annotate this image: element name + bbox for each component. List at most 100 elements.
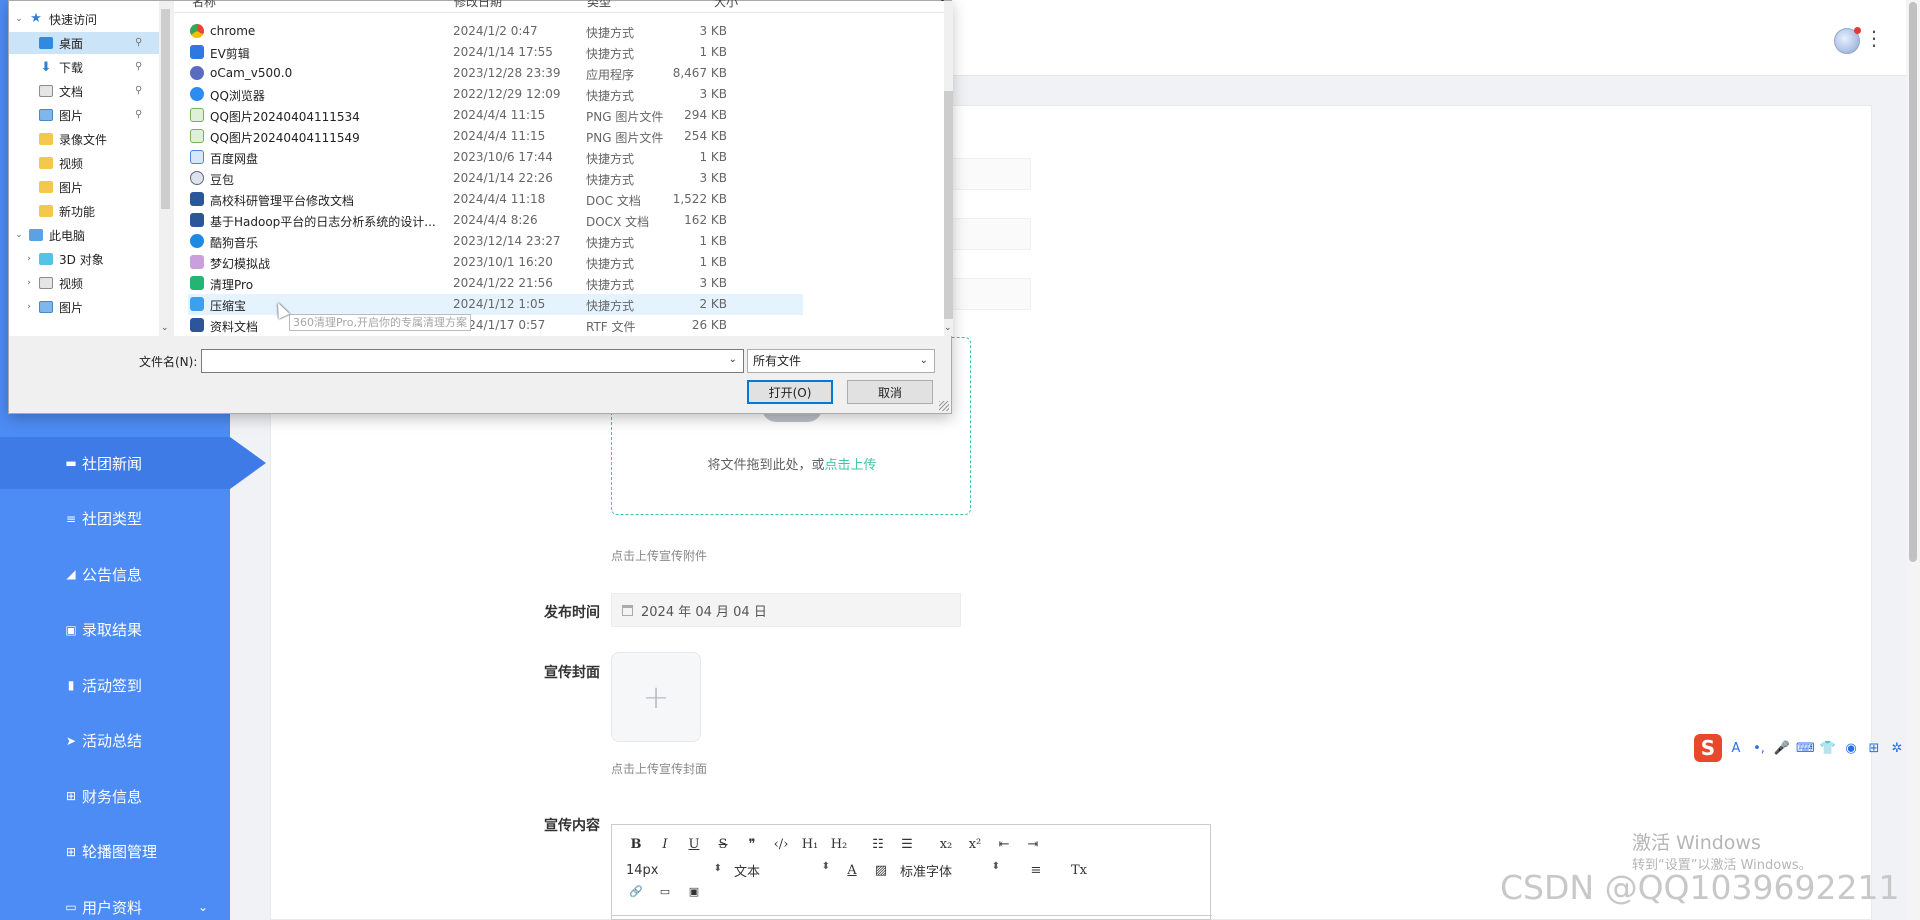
editor-tool-button[interactable]: H₂: [829, 837, 849, 852]
chevron-down-icon[interactable]: ⌄: [198, 900, 208, 914]
nav-item[interactable]: 视频: [9, 152, 159, 174]
scroll-down-arrow-icon[interactable]: ⌄: [944, 323, 952, 333]
sidebar-item[interactable]: ≡ 社团类型: [0, 493, 230, 545]
file-row[interactable]: 豆包 2024/1/14 22:26 快捷方式 3 KB: [188, 168, 803, 189]
nav-item[interactable]: › 图片: [9, 296, 159, 318]
ime-tool-icon[interactable]: ⊞: [1865, 741, 1883, 756]
page-scrollbar[interactable]: [1906, 0, 1920, 920]
pin-icon[interactable]: ⚲: [135, 61, 142, 72]
editor-tool-button[interactable]: B: [626, 837, 646, 852]
sogou-logo-icon[interactable]: S: [1694, 734, 1722, 762]
chevron-right-icon[interactable]: ›: [23, 254, 35, 264]
editor-tool-button[interactable]: x₂: [936, 837, 956, 852]
editor-tool-button[interactable]: ▨: [871, 863, 891, 878]
block-type-select[interactable]: 文本 ⬍: [734, 861, 830, 880]
nav-item[interactable]: ⬇ 下载 ⚲: [9, 56, 159, 78]
file-row[interactable]: 酷狗音乐 2023/12/14 23:27 快捷方式 1 KB: [188, 231, 803, 252]
editor-tool-button[interactable]: ≡: [1026, 863, 1046, 878]
sidebar-item[interactable]: ▭ 用户资料 ⌄: [0, 881, 230, 920]
nav-item[interactable]: › 3D 对象: [9, 248, 159, 270]
ime-tool-icon[interactable]: ⌨: [1796, 741, 1815, 756]
ime-tool-icon[interactable]: ◉: [1842, 741, 1860, 756]
nav-item[interactable]: 图片: [9, 176, 159, 198]
sidebar-item[interactable]: ⊞ 财务信息: [0, 770, 230, 822]
editor-tool-button[interactable]: ▣: [684, 885, 704, 898]
file-row[interactable]: 基于Hadoop平台的日志分析系统的设计... 2024/4/4 8:26 DOCX…: [188, 210, 803, 231]
editor-tool-button[interactable]: U: [684, 837, 704, 852]
font-family-select[interactable]: 标准字体 ⬍: [900, 861, 1000, 880]
nav-item[interactable]: › 视频: [9, 272, 159, 294]
chevron-down-icon[interactable]: ⌄: [729, 354, 737, 365]
file-row[interactable]: 清理Pro 2024/1/22 21:56 快捷方式 3 KB: [188, 273, 803, 294]
publish-date-picker[interactable]: 2024 年 04 月 04 日: [611, 593, 961, 627]
sidebar-item[interactable]: ▮ 活动签到: [0, 659, 230, 711]
column-date[interactable]: 修改日期: [454, 0, 502, 10]
rich-text-editor[interactable]: B I U S ❞ ‹/› H₁ H₂ ☷ ☰ x₂ x² ⇤ ⇥ 14px ⬍ 文本 ⬍ A ▨ 标准字体 ⬍ ≡…: [611, 824, 1212, 920]
sidebar-item[interactable]: ➤ 活动总结: [0, 715, 230, 767]
nav-item[interactable]: 录像文件: [9, 128, 159, 150]
file-row[interactable]: chrome 2024/1/2 0:47 快捷方式 3 KB: [188, 21, 803, 42]
chevron-down-icon[interactable]: ⌄: [13, 230, 25, 240]
user-avatar-icon[interactable]: [1834, 27, 1861, 54]
editor-tool-button[interactable]: 🔗: [626, 885, 646, 898]
editor-tool-button[interactable]: I: [655, 837, 675, 852]
editor-tool-button[interactable]: Tx: [1069, 863, 1089, 878]
file-row[interactable]: 百度网盘 2023/10/6 17:44 快捷方式 1 KB: [188, 147, 803, 168]
file-row[interactable]: 高校科研管理平台修改文档 2024/4/4 11:18 DOC 文档 1,522 KB: [188, 189, 803, 210]
sidebar-item[interactable]: ⊞ 轮播图管理: [0, 826, 230, 878]
editor-tool-button[interactable]: S: [713, 837, 733, 852]
ime-tool-icon[interactable]: 👕: [1819, 741, 1837, 756]
nav-item[interactable]: ⌄ 此电脑: [9, 224, 159, 246]
ime-tool-icon[interactable]: ✲: [1888, 741, 1906, 756]
nav-item[interactable]: 新功能: [9, 200, 159, 222]
editor-tool-button[interactable]: ⇤: [994, 837, 1014, 852]
ime-tool-icon[interactable]: A: [1727, 741, 1745, 756]
font-size-select[interactable]: 14px ⬍: [626, 863, 722, 878]
file-row[interactable]: QQ浏览器 2022/12/29 12:09 快捷方式 3 KB: [188, 84, 803, 105]
file-row[interactable]: QQ图片20240404111549 2024/4/4 11:15 PNG 图片文件…: [188, 126, 803, 147]
upload-click-link[interactable]: 点击上传: [825, 458, 877, 473]
sidebar-item[interactable]: ▣ 录取结果: [0, 604, 230, 656]
editor-tool-button[interactable]: ⇥: [1023, 837, 1043, 852]
editor-tool-button[interactable]: ❞: [742, 837, 762, 852]
chevron-down-icon[interactable]: ⌄: [13, 14, 25, 24]
pin-icon[interactable]: ⚲: [135, 37, 142, 48]
column-name[interactable]: 名称: [192, 0, 216, 10]
cancel-button[interactable]: 取消: [847, 380, 933, 404]
file-row[interactable]: 梦幻模拟战 2023/10/1 16:20 快捷方式 1 KB: [188, 252, 803, 273]
nav-pane-scrollbar[interactable]: ⌄: [159, 1, 172, 336]
file-row[interactable]: QQ图片20240404111534 2024/4/4 11:15 PNG 图片文件…: [188, 105, 803, 126]
file-row[interactable]: EV剪辑 2024/1/14 17:55 快捷方式 1 KB: [188, 42, 803, 63]
editor-tool-button[interactable]: ☷: [868, 837, 888, 852]
chevron-right-icon[interactable]: ›: [23, 302, 35, 312]
open-button[interactable]: 打开(O): [747, 380, 833, 404]
file-list-scrollbar[interactable]: ⌄: [944, 1, 953, 336]
ime-tool-icon[interactable]: •,: [1750, 741, 1768, 756]
scrollbar-thumb[interactable]: [161, 9, 170, 209]
sidebar-item[interactable]: ◢ 公告信息: [0, 548, 230, 600]
editor-tool-button[interactable]: ▭: [655, 885, 675, 898]
editor-tool-button[interactable]: x²: [965, 837, 985, 852]
sidebar-item[interactable]: ▬ 社团新闻: [0, 437, 266, 489]
editor-tool-button[interactable]: A: [842, 863, 862, 878]
pin-icon[interactable]: ⚲: [135, 109, 142, 120]
pin-icon[interactable]: ⚲: [135, 85, 142, 96]
chevron-right-icon[interactable]: ›: [23, 278, 35, 288]
more-vertical-icon[interactable]: ⋮: [1864, 28, 1884, 48]
filetype-select[interactable]: 所有文件 ⌄: [747, 349, 935, 373]
column-size[interactable]: 大小: [714, 0, 738, 10]
editor-tool-button[interactable]: H₁: [800, 837, 820, 852]
file-row[interactable]: oCam_v500.0 2023/12/28 23:39 应用程序 8,467 KB: [188, 63, 803, 84]
resize-grip-icon[interactable]: [939, 401, 949, 411]
scrollbar-thumb[interactable]: [1909, 2, 1917, 562]
file-row[interactable]: 资料文档 2024/1/17 0:57 RTF 文件 26 KB: [188, 315, 803, 336]
column-type[interactable]: 类型: [587, 0, 611, 10]
cover-upload-button[interactable]: +: [611, 652, 701, 742]
scrollbar-thumb[interactable]: [944, 91, 953, 319]
nav-item[interactable]: 图片 ⚲: [9, 104, 159, 126]
nav-item[interactable]: ⌄ ★ 快速访问: [9, 8, 159, 30]
filename-input[interactable]: ⌄: [201, 349, 744, 373]
nav-item[interactable]: 文档 ⚲: [9, 80, 159, 102]
scroll-down-arrow-icon[interactable]: ⌄: [161, 323, 169, 333]
nav-item[interactable]: 桌面 ⚲: [9, 32, 159, 54]
